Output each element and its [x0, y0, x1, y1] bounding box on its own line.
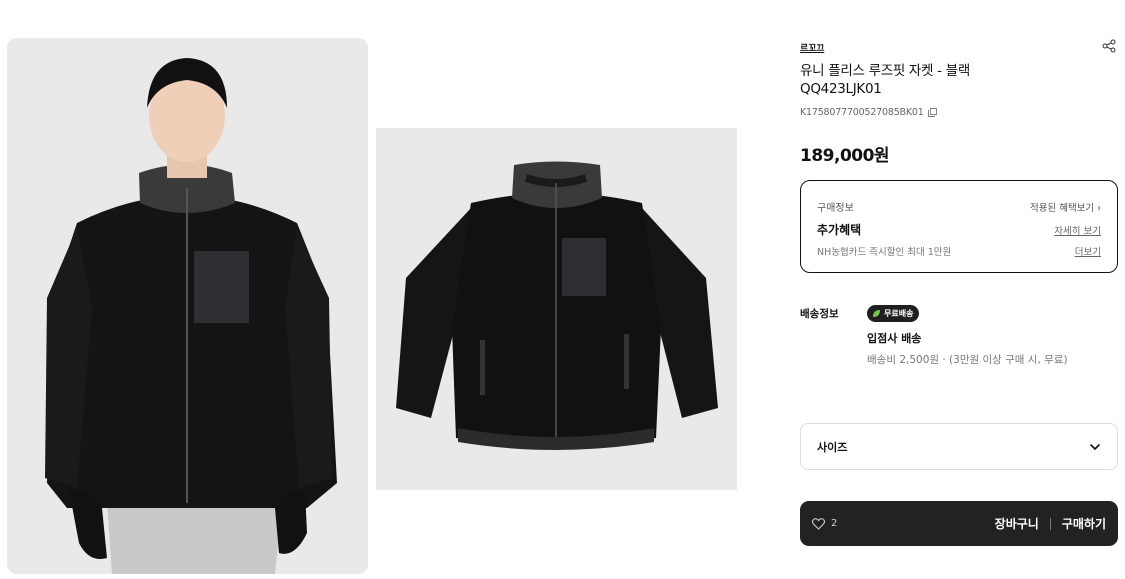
shipping-method: 입점사 배송: [867, 332, 922, 345]
applied-benefits-link[interactable]: 적용된 혜택보기 ›: [1030, 200, 1101, 214]
brand-link[interactable]: 르꼬끄: [800, 41, 824, 54]
share-icon[interactable]: [1102, 39, 1116, 53]
product-image-flat[interactable]: [376, 128, 737, 490]
like-count: 2: [831, 518, 838, 529]
shipping-cost: 배송비 2,500원 · (3만원 이상 구매 시, 무료): [867, 354, 1068, 366]
product-image-main[interactable]: [7, 38, 368, 574]
chevron-down-icon: [1089, 443, 1101, 450]
benefit-label: 구매정보: [817, 203, 854, 214]
like-button[interactable]: 2: [812, 517, 838, 530]
benefit-more-link[interactable]: 더보기: [1075, 244, 1101, 258]
free-shipping-badge: 무료배송: [867, 305, 920, 322]
size-select[interactable]: 사이즈: [800, 423, 1118, 470]
button-divider: [1049, 517, 1051, 530]
size-select-label: 사이즈: [817, 440, 848, 454]
product-price: 189,000원: [800, 146, 890, 166]
benefit-description: NH농협카드 즉시할인 최대 1만원: [817, 247, 952, 258]
add-to-cart-button[interactable]: 장바구니: [995, 515, 1039, 532]
buy-now-button[interactable]: 구매하기: [1062, 515, 1106, 532]
jacket-photo: [376, 128, 737, 490]
sku-text: K1758077700527085BK01: [800, 107, 924, 118]
leaf-icon: [873, 310, 880, 317]
product-title: 유니 플리스 루즈핏 자켓 - 블랙 QQ423LJK01: [800, 62, 1100, 98]
benefit-heading: 추가혜택: [817, 223, 862, 237]
benefit-detail-link[interactable]: 자세히 보기: [1054, 223, 1101, 237]
badge-text: 무료배송: [884, 309, 914, 318]
heart-icon: [812, 517, 825, 530]
shipping-label: 배송정보: [800, 308, 839, 320]
product-sku: K1758077700527085BK01: [800, 107, 937, 118]
model-photo: [7, 38, 368, 574]
benefit-box: 구매정보 적용된 혜택보기 › 추가혜택 자세히 보기 NH농협카드 즉시할인 …: [800, 180, 1118, 273]
product-title-line1: 유니 플리스 루즈핏 자켓 - 블랙: [800, 63, 970, 79]
product-title-line2: QQ423LJK01: [800, 81, 882, 97]
copy-icon[interactable]: [927, 108, 937, 117]
purchase-bar: 2 장바구니 구매하기: [800, 501, 1118, 546]
